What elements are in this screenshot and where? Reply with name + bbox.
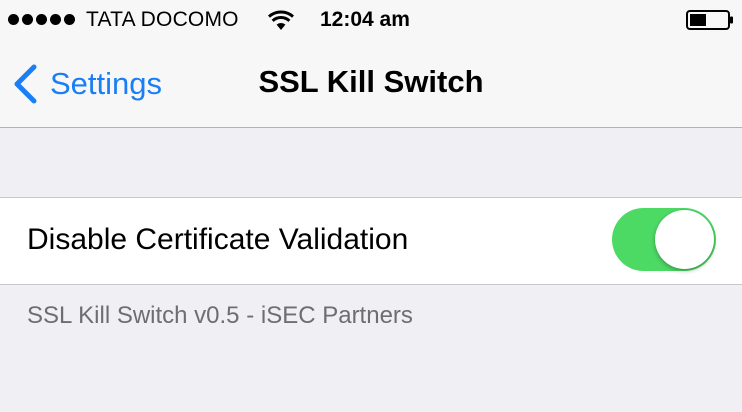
- page-title: SSL Kill Switch: [258, 64, 484, 99]
- battery-icon: [686, 10, 733, 30]
- version-footer: SSL Kill Switch v0.5 - iSEC Partners: [27, 302, 413, 329]
- setting-label: Disable Certificate Validation: [27, 223, 409, 256]
- settings-cell-disable-cert-validation: Disable Certificate Validation: [0, 197, 742, 285]
- toggle-knob: [655, 210, 714, 269]
- status-bar: TATA DOCOMO 12:04 am: [0, 0, 742, 40]
- carrier-name: TATA DOCOMO: [86, 8, 239, 31]
- status-time: 12:04 am: [320, 8, 410, 31]
- wifi-icon: [268, 10, 294, 30]
- disable-cert-validation-toggle[interactable]: [612, 208, 716, 271]
- navigation-bar: Settings SSL Kill Switch: [0, 40, 742, 128]
- signal-strength-icon: [8, 14, 75, 25]
